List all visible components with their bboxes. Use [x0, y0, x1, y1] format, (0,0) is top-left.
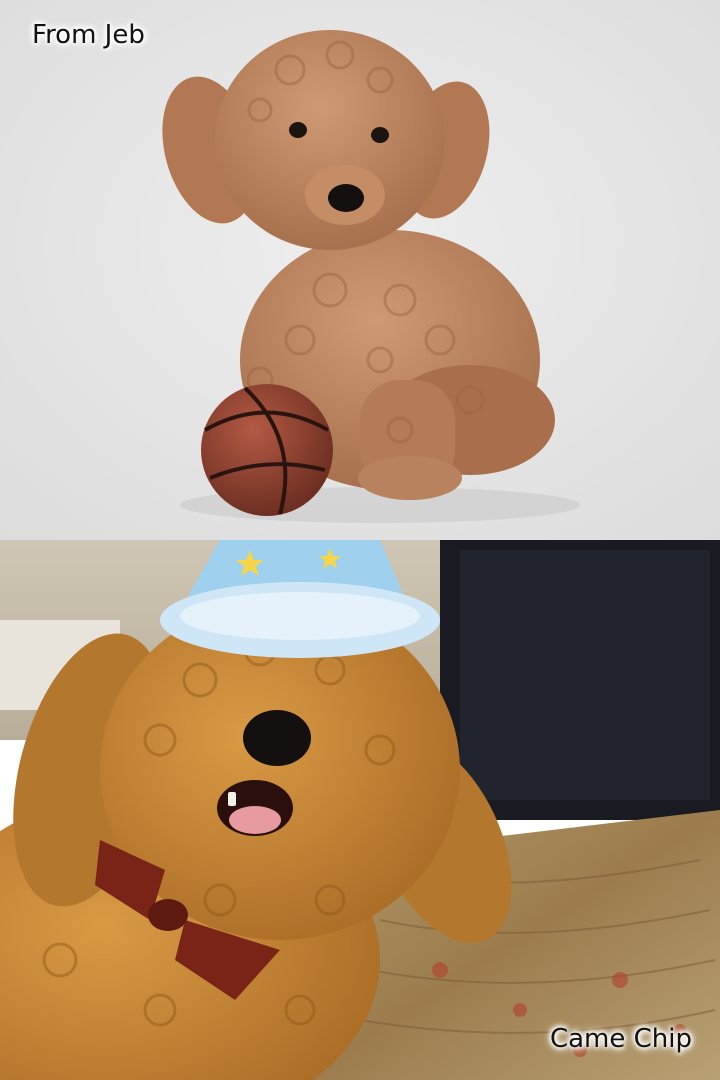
photo-collage: From Jeb Came Chip [0, 0, 720, 1080]
puppy-photo [0, 0, 720, 540]
bottom-caption: Came Chip [549, 1024, 692, 1054]
grown-dog-photo [0, 540, 720, 1080]
puppy-photo-panel: From Jeb [0, 0, 720, 540]
basketball [201, 384, 333, 516]
top-caption: From Jeb [32, 20, 145, 50]
grown-dog-photo-panel: Came Chip [0, 540, 720, 1080]
